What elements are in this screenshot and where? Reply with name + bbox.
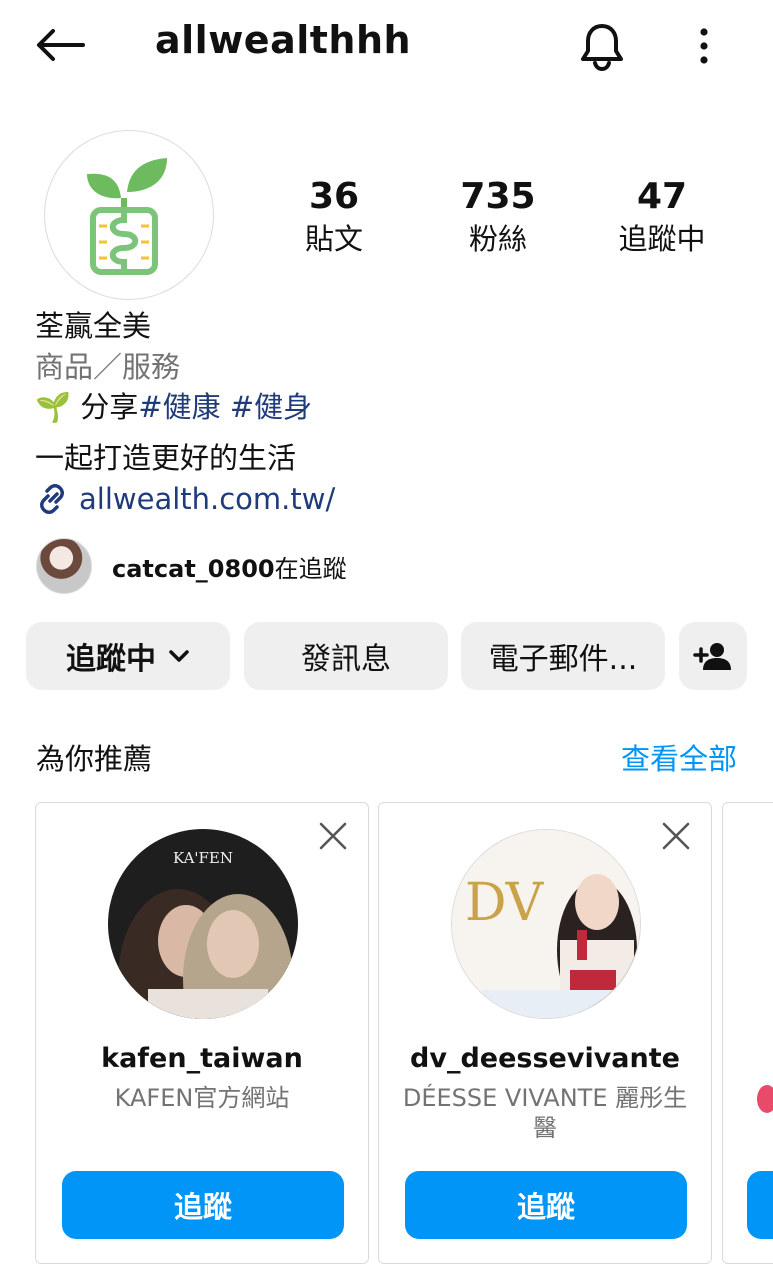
chevron-down-icon [169,650,189,662]
arrow-left-icon [37,29,85,61]
email-button[interactable]: 電子郵件... [461,622,665,690]
posts-label: 貼文 [304,222,363,256]
bell-icon [581,24,623,71]
link-icon [40,484,64,514]
notifications-button[interactable] [572,18,632,74]
hashtag-health[interactable]: #健康 [138,390,220,424]
stat-posts[interactable]: 36 貼文 [259,175,409,259]
suggestions-title: 為你推薦 [36,742,153,776]
add-person-icon [693,643,731,670]
stat-followers[interactable]: 735 粉絲 [423,175,573,259]
bio-prefix: 🌱 分享 [35,390,139,424]
bio-text: 一起打造更好的生活 [35,441,297,475]
close-icon[interactable] [661,821,691,851]
followers-count: 735 [460,176,536,217]
suggestion-card[interactable]: KA'FEN kafen_taiwan KAFEN官方網站 追蹤 [35,802,369,1264]
profile-username: allwealthhh [155,18,412,62]
more-options-button[interactable] [682,18,726,74]
following-count: 47 [636,176,688,217]
follow-button-partial[interactable] [747,1171,773,1239]
mutual-follower-avatar [36,538,92,594]
suggestion-card-partial[interactable] [722,802,773,1264]
suggestion-name: DÉESSE VIVANTE 麗彤生醫 [402,1084,688,1142]
profile-avatar[interactable] [44,130,214,300]
suggestion-card[interactable]: DV dv_deessevivante DÉESSE VIVANTE 麗彤生醫 … [378,802,712,1264]
follow-button[interactable]: 追蹤 [62,1171,344,1239]
close-icon[interactable] [318,821,348,851]
suggestion-username[interactable]: kafen_taiwan [36,1043,368,1074]
mutual-follower-text: catcat_0800在追蹤 [112,549,347,584]
suggestion-avatar[interactable]: DV [451,829,641,1019]
sprout-logo-icon [87,158,167,275]
back-button[interactable] [30,20,90,70]
hashtag-fitness[interactable]: #健身 [230,390,312,424]
follow-button[interactable]: 追蹤 [405,1171,687,1239]
suggestion-name: KAFEN官方網站 [114,1084,290,1112]
website-text: allwealth.com.tw/ [79,482,336,516]
kafen-logo-text: KA'FEN [173,849,233,867]
profile-category: 商品／服務 [35,350,181,384]
posts-count: 36 [308,176,360,217]
suggestion-username[interactable]: dv_deessevivante [379,1043,711,1074]
suggestion-avatar[interactable]: KA'FEN [108,829,298,1019]
suggest-people-button[interactable] [679,622,747,690]
following-button[interactable]: 追蹤中 [26,622,230,690]
mutual-follower-suffix: 在追蹤 [274,554,347,583]
stat-following[interactable]: 47 追蹤中 [587,175,737,259]
dv-logo-text: DV [465,873,545,933]
see-all-link[interactable]: 查看全部 [621,736,737,778]
followers-label: 粉絲 [468,222,527,256]
following-button-label: 追蹤中 [66,642,156,677]
profile-display-name: 荃贏全美 [35,309,152,343]
mutual-follower-username: catcat_0800 [112,554,275,583]
more-vertical-icon [700,28,708,64]
profile-actions: 追蹤中 發訊息 電子郵件... [0,622,773,690]
flower-icon [757,1085,773,1113]
top-bar: allwealthhh [0,0,773,90]
website-link[interactable]: allwealth.com.tw/ [35,479,335,519]
mutual-follower[interactable]: catcat_0800在追蹤 [36,538,347,594]
bio-hashtags-line: 🌱 分享#健康 #健身 [35,387,312,427]
message-button[interactable]: 發訊息 [244,622,448,690]
following-label: 追蹤中 [618,222,706,256]
